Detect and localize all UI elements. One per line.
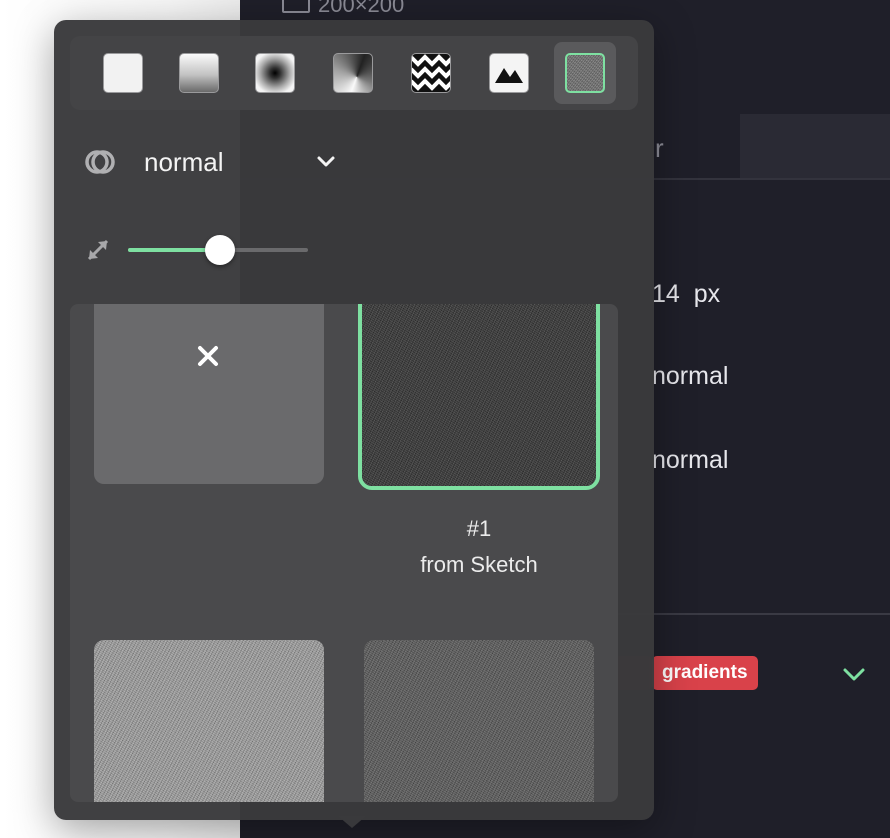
artboard-size: 200×200 — [282, 0, 404, 18]
noise-presets-grid: #1 from Sketch — [70, 304, 618, 802]
angular-gradient-icon — [333, 53, 373, 93]
noise-tile[interactable] — [94, 640, 324, 802]
noise-swatch-icon — [565, 53, 605, 93]
no-noise-tile[interactable] — [94, 304, 324, 484]
slider-thumb[interactable] — [205, 235, 235, 265]
resize-icon — [87, 239, 109, 261]
blend-value-1[interactable]: normal — [652, 362, 728, 391]
blend-mode-value: normal — [144, 146, 224, 177]
noise-preview — [362, 304, 596, 486]
value-number: 14 — [652, 280, 680, 308]
radial-gradient-button[interactable] — [244, 42, 306, 104]
pattern-fill-button[interactable] — [400, 42, 462, 104]
fill-popover: normal #1 from Sketch — [54, 20, 654, 820]
noise-fill-button[interactable] — [554, 42, 616, 104]
linear-gradient-button[interactable] — [168, 42, 230, 104]
value-field[interactable]: 14 px — [652, 280, 720, 309]
tile-caption-source: from Sketch — [420, 552, 538, 577]
angular-gradient-button[interactable] — [322, 42, 384, 104]
noise-preview — [94, 640, 324, 802]
mountain-image-icon — [489, 53, 529, 93]
zigzag-pattern-icon — [411, 53, 451, 93]
gradients-badge[interactable]: gradients — [652, 656, 758, 690]
noise-tile[interactable] — [364, 640, 594, 802]
tile-caption-number: #1 — [466, 516, 492, 541]
intensity-slider[interactable] — [128, 235, 308, 265]
blend-mode-select[interactable]: normal — [84, 142, 354, 182]
image-fill-button[interactable] — [478, 42, 540, 104]
noise-tile-selected[interactable] — [358, 304, 600, 490]
chevron-down-icon[interactable] — [840, 660, 868, 688]
tab-inactive[interactable] — [740, 114, 890, 178]
ruler-icon — [282, 0, 310, 13]
artboard-size-label: 200×200 — [318, 0, 405, 17]
solid-fill-button[interactable] — [92, 42, 154, 104]
blend-mode-icon — [85, 150, 115, 174]
solid-swatch-icon — [103, 53, 143, 93]
intensity-row — [84, 232, 324, 268]
tab-label: r — [655, 133, 664, 163]
blend-value-2[interactable]: normal — [652, 446, 728, 475]
radial-gradient-icon — [255, 53, 295, 93]
close-icon — [198, 346, 218, 366]
noise-preview — [364, 640, 594, 802]
linear-gradient-icon — [179, 53, 219, 93]
fill-type-bar — [70, 36, 638, 110]
chevron-down-icon — [317, 156, 335, 167]
popover-caret — [338, 816, 366, 828]
value-unit: px — [693, 280, 721, 308]
